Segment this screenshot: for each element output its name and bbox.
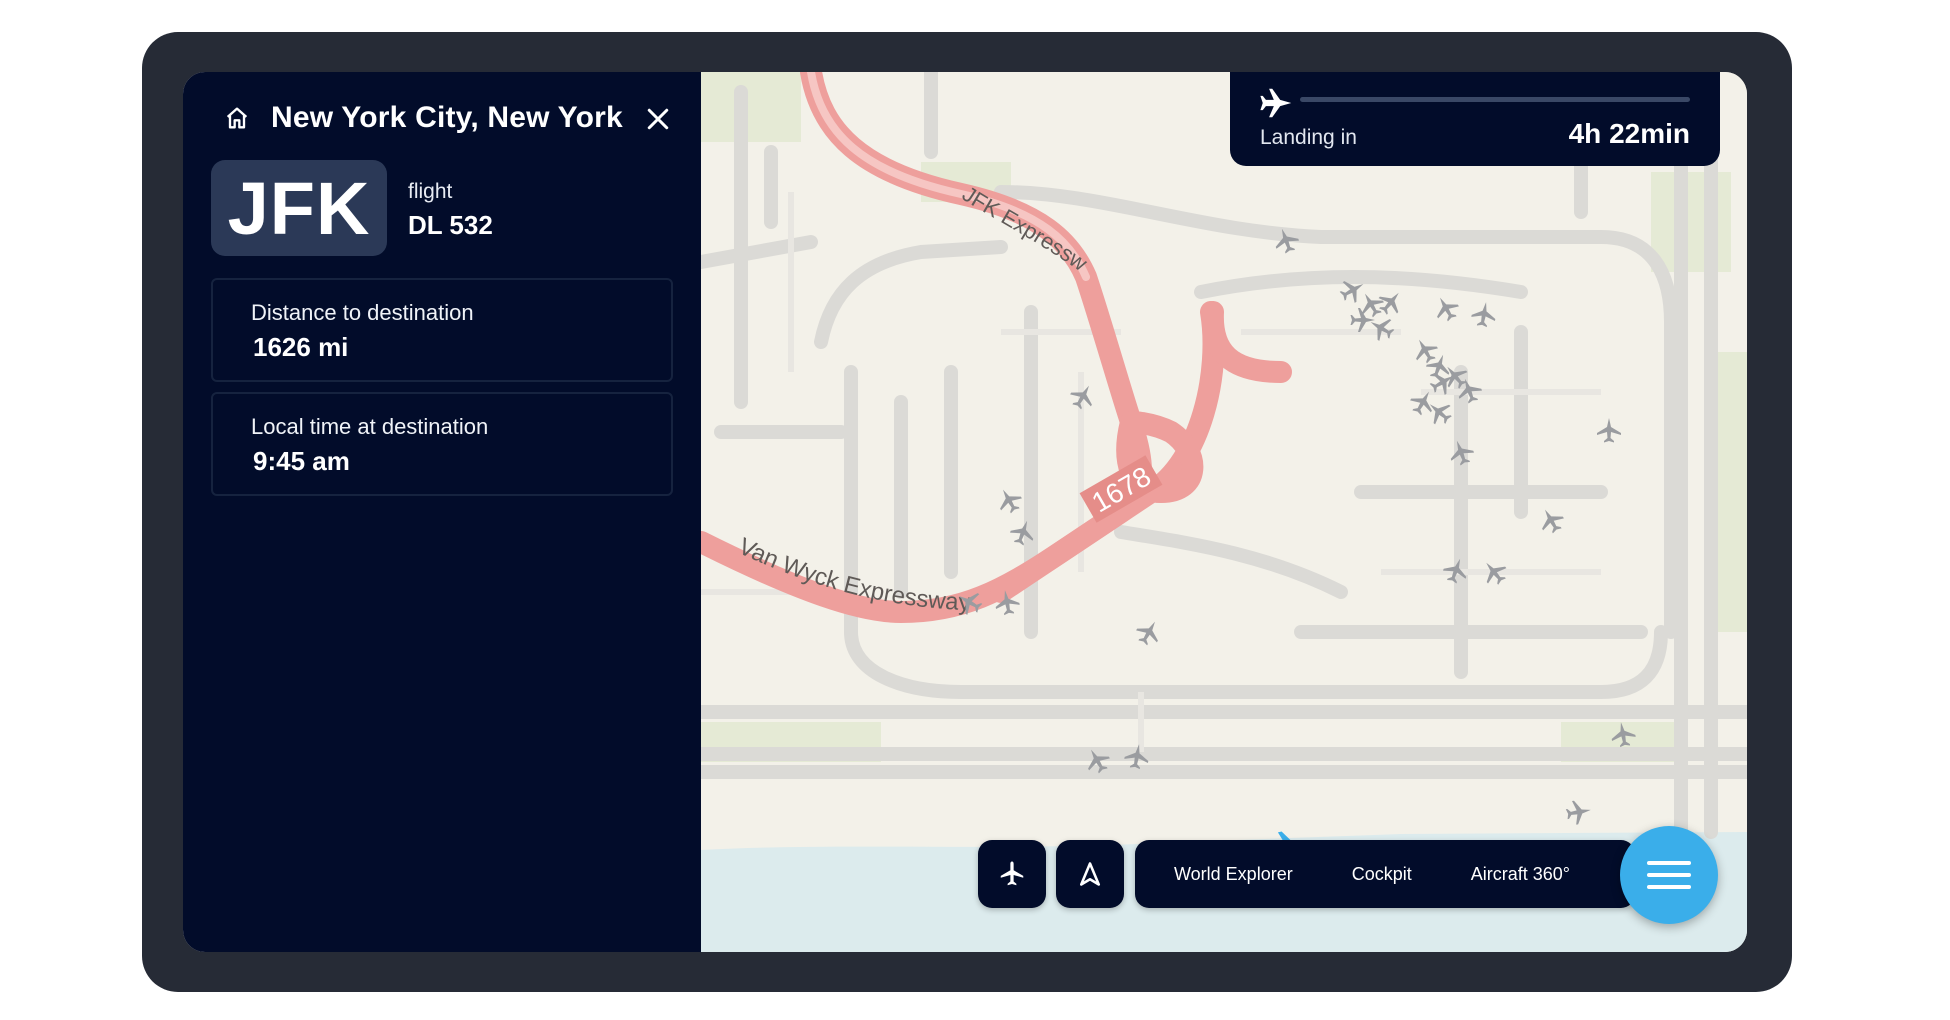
panel-header: New York City, New York: [223, 92, 673, 144]
landing-time: 4h 22min: [1568, 118, 1690, 149]
destination-panel: New York City, New York JFK flight DL 53…: [183, 72, 701, 952]
destination-city: New York City, New York: [271, 101, 623, 134]
close-icon[interactable]: [643, 104, 673, 134]
tab-cockpit[interactable]: Cockpit: [1352, 864, 1412, 885]
flight-view-button[interactable]: [978, 840, 1046, 908]
flight-number: DL 532: [408, 210, 493, 240]
landing-label: Landing in: [1260, 126, 1357, 149]
distance-value: 1626 mi: [253, 332, 349, 362]
navigation-button[interactable]: [1056, 840, 1124, 908]
menu-icon: [1647, 861, 1691, 889]
tab-aircraft-360[interactable]: Aircraft 360°: [1471, 864, 1570, 885]
app-screen: 1678 JFK Expressway Van Wyck Expresswayy: [183, 72, 1747, 952]
mode-tabs: World Explorer Cockpit Aircraft 360°: [1135, 840, 1635, 908]
flight-progress-bar: [1300, 97, 1690, 102]
flight-label: flight: [408, 180, 453, 203]
distance-label: Distance to destination: [251, 300, 474, 325]
local-time-value: 9:45 am: [253, 446, 350, 476]
plane-icon: [1260, 88, 1292, 118]
navigation-arrow-icon: [1079, 862, 1101, 886]
landing-status: Landing in 4h 22min: [1230, 72, 1720, 166]
airport-code: JFK: [211, 160, 387, 256]
menu-button[interactable]: [1620, 826, 1718, 924]
home-icon[interactable]: [223, 104, 251, 132]
plane-icon: [1000, 861, 1024, 886]
distance-card: Distance to destination 1626 mi: [211, 278, 673, 382]
map-view[interactable]: 1678 JFK Expressway Van Wyck Expresswayy: [690, 72, 1747, 952]
local-time-card: Local time at destination 9:45 am: [211, 392, 673, 496]
local-time-label: Local time at destination: [251, 414, 489, 439]
tab-world-explorer[interactable]: World Explorer: [1174, 864, 1293, 885]
